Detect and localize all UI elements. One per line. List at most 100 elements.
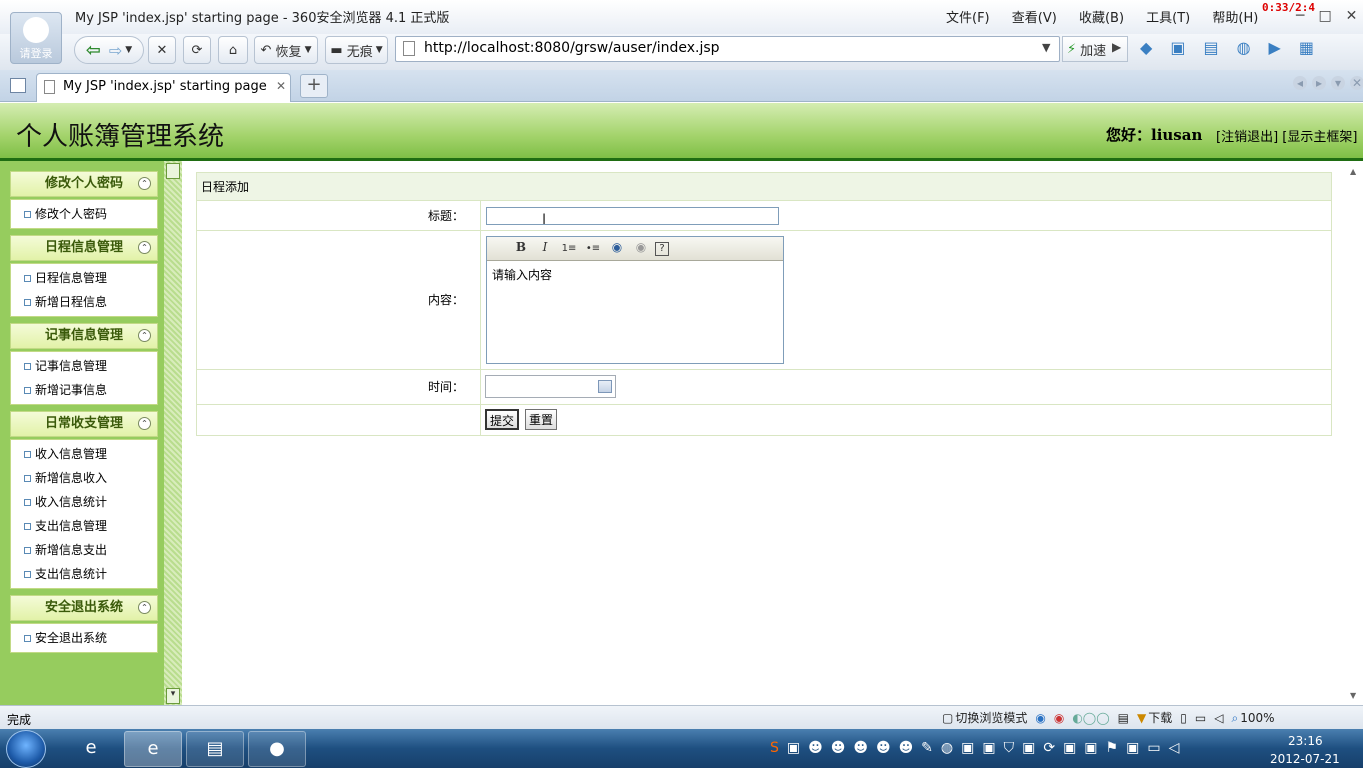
restore-button[interactable]: ↶ 恢复 ▼ [254, 36, 318, 64]
ordered-list-icon[interactable]: 1≡ [559, 243, 579, 254]
vertical-scrollbar[interactable]: ▲ ▼ [1347, 161, 1363, 705]
collapse-icon[interactable]: ⌃ [138, 601, 151, 614]
tab-list-icon[interactable]: ▾ [1331, 76, 1345, 90]
download-label[interactable]: 下载 [1148, 711, 1172, 725]
back-arrow-icon[interactable]: ⇦ [86, 40, 101, 61]
translate-icon[interactable]: ▣ [1170, 38, 1185, 57]
help-icon[interactable]: ? [655, 242, 669, 256]
logout-link[interactable]: [注销退出] [1216, 130, 1278, 145]
tray-app-icon[interactable]: ▣ [961, 740, 974, 756]
scroll-down-icon[interactable]: ▼ [1350, 691, 1356, 700]
sidebar-item-notes-add[interactable]: 新增记事信息 [11, 378, 157, 402]
globe-icon[interactable]: ◍ [1237, 38, 1251, 57]
screenshot-icon[interactable]: ▤ [1203, 38, 1218, 57]
forward-arrow-icon[interactable]: ⇨ [109, 41, 122, 60]
reset-button[interactable]: 重置 [525, 409, 558, 430]
qq-icon[interactable]: ☻ [876, 740, 891, 756]
submit-button[interactable]: 提交 [485, 409, 520, 430]
menu-tools[interactable]: 工具(T) [1146, 11, 1190, 26]
tab-index-jsp[interactable]: My JSP 'index.jsp' starting page [36, 73, 291, 102]
speaker-icon[interactable]: ◁ [1169, 740, 1180, 756]
sidebar-item-income-add[interactable]: 新增信息收入 [11, 466, 157, 490]
play-icon[interactable]: ▶ [1112, 40, 1121, 54]
volume-icon[interactable]: ◁ [1214, 711, 1223, 725]
tray-app-icon[interactable]: ▣ [1022, 740, 1035, 756]
sidebar-item-expense-stats[interactable]: 支出信息统计 [11, 562, 157, 586]
sidebar-item-logout[interactable]: 安全退出系统 [11, 626, 157, 650]
sidebar-item-income-stats[interactable]: 收入信息统计 [11, 490, 157, 514]
close-all-icon[interactable]: ✕ [1350, 76, 1363, 90]
new-tab-button[interactable]: + [300, 74, 328, 98]
zoom-level[interactable]: 100% [1240, 711, 1274, 725]
sidebar-item-notes-manage[interactable]: 记事信息管理 [11, 354, 157, 378]
back-forward-buttons[interactable]: ⇦ ⇨ ▼ [74, 36, 144, 64]
qq-icon[interactable]: ☻ [831, 740, 846, 756]
title-input[interactable] [486, 207, 779, 225]
browse-mode-icon[interactable]: ▢ [942, 711, 953, 725]
apps-icon[interactable]: ▦ [1299, 38, 1314, 57]
scroll-up-icon[interactable]: ▲ [1350, 167, 1356, 176]
editor-content[interactable]: 请输入内容 [492, 266, 552, 283]
sidebar-item-expense-manage[interactable]: 支出信息管理 [11, 514, 157, 538]
qq-icon[interactable]: ☻ [899, 740, 914, 756]
chrome-icon[interactable]: ◉ [1054, 711, 1064, 725]
sogou-icon[interactable]: S [770, 740, 779, 756]
browse-mode-label[interactable]: 切换浏览模式 [955, 711, 1027, 725]
flag-icon[interactable]: ⚑ [1106, 740, 1119, 756]
sidebar-section-notes[interactable]: 记事信息管理 ⌃ [10, 323, 158, 349]
sidebar-item-expense-add[interactable]: 新增信息支出 [11, 538, 157, 562]
sidebar-item-income-manage[interactable]: 收入信息管理 [11, 442, 157, 466]
tray-app-icon[interactable]: ▣ [1084, 740, 1097, 756]
address-dropdown-icon[interactable]: ▼ [1042, 41, 1050, 54]
menu-view[interactable]: 查看(V) [1012, 11, 1057, 26]
time-input[interactable] [485, 375, 616, 398]
link-icon[interactable]: ◉ [607, 240, 627, 254]
menu-favorites[interactable]: 收藏(B) [1079, 11, 1124, 26]
ie-taskbar-icon[interactable]: e [62, 731, 120, 767]
toggle-icon[interactable]: ◐◯◯ [1072, 711, 1109, 725]
menu-file[interactable]: 文件(F) [946, 11, 990, 26]
tray-app-icon[interactable]: ▣ [982, 740, 995, 756]
chevron-down-icon[interactable]: ▼ [125, 45, 132, 55]
sidebar-section-schedule[interactable]: 日程信息管理 ⌃ [10, 235, 158, 261]
tray-tool-icon[interactable]: ✎ [921, 740, 933, 756]
explorer-taskbar-icon[interactable]: ▤ [186, 731, 244, 767]
incognito-button[interactable]: ▬ 无痕 ▼ [325, 36, 388, 64]
calendar-icon[interactable] [598, 380, 612, 393]
show-frame-link[interactable]: [显示主框架] [1282, 130, 1357, 145]
tray-app-icon[interactable]: ▣ [1063, 740, 1076, 756]
zoom-icon[interactable]: ⌕ [1231, 711, 1238, 725]
refresh-button[interactable]: ⟳ [183, 36, 211, 64]
monitor-icon[interactable]: ▭ [1147, 740, 1160, 756]
video-icon[interactable]: ▶ [1269, 38, 1281, 57]
start-button[interactable] [6, 730, 46, 768]
sidebar-item-schedule-manage[interactable]: 日程信息管理 [11, 266, 157, 290]
tray-app-icon[interactable]: ▣ [787, 740, 800, 756]
bold-icon[interactable]: B [511, 240, 531, 254]
qq-icon[interactable]: ☻ [808, 740, 823, 756]
sidebar-section-finance[interactable]: 日常收支管理 ⌃ [10, 411, 158, 437]
collapse-icon[interactable]: ⌃ [138, 177, 151, 190]
shield-icon[interactable]: ⛉ [1004, 740, 1015, 756]
collapse-icon[interactable]: ⌃ [138, 329, 151, 342]
qq-icon[interactable]: ☻ [853, 740, 868, 756]
scroll-right-icon[interactable]: ▸ [1312, 76, 1326, 90]
minimize-icon[interactable]: ─ [1296, 8, 1304, 24]
notebook-icon[interactable]: ▯ [1180, 711, 1187, 725]
clock-date[interactable]: 2012-07-21 [1270, 752, 1340, 766]
ie-icon[interactable]: ◉ [1035, 711, 1045, 725]
italic-icon[interactable]: I [535, 240, 555, 254]
collapse-icon[interactable]: ⌃ [138, 417, 151, 430]
mail-icon[interactable]: ▤ [1118, 711, 1129, 725]
unordered-list-icon[interactable]: •≡ [583, 243, 603, 254]
clock-time[interactable]: 23:16 [1288, 734, 1323, 748]
cube-icon[interactable]: ◆ [1140, 38, 1152, 57]
tray-app-icon[interactable]: ▣ [1126, 740, 1139, 756]
scroll-left-icon[interactable]: ◂ [1293, 76, 1307, 90]
eclipse-taskbar-icon[interactable]: ● [248, 731, 306, 767]
splitter-scroll-icon[interactable]: ▾ [166, 688, 180, 704]
sync-icon[interactable]: ⟳ [1043, 740, 1055, 756]
maximize-icon[interactable]: □ [1318, 8, 1331, 24]
sidebar-item-change-password[interactable]: 修改个人密码 [11, 202, 157, 226]
login-avatar[interactable]: 请登录 [10, 12, 62, 64]
